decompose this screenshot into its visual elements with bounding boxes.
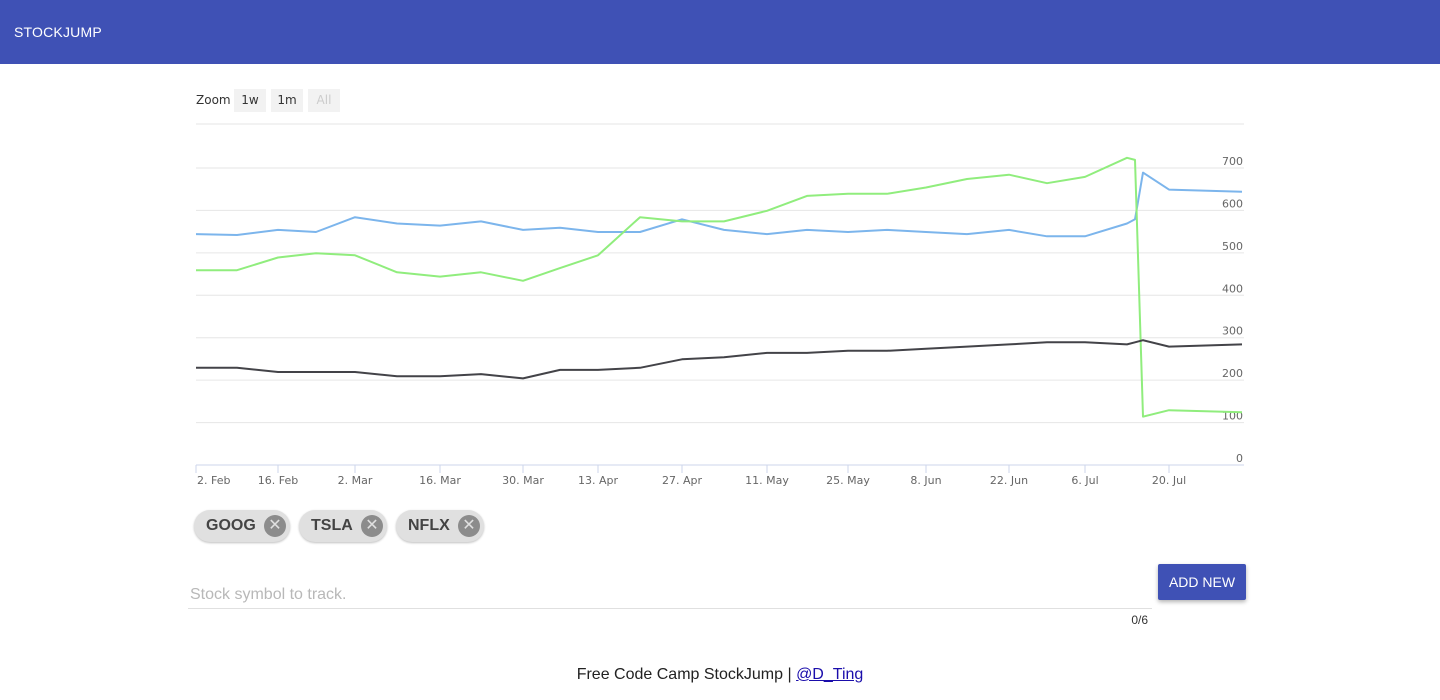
y-tick-label: 600 [1222, 197, 1243, 210]
character-counter: 0/6 [1131, 613, 1148, 627]
x-tick-label: 11. May [745, 474, 789, 487]
series-line-1 [195, 171, 1243, 238]
stock-chip-tsla: TSLA ✕ [299, 510, 387, 542]
chip-symbol: GOOG [206, 517, 256, 534]
x-tick-label: 6. Jul [1071, 474, 1098, 487]
author-link[interactable]: @D_Ting [796, 666, 863, 683]
x-tick-label: 27. Apr [662, 474, 702, 487]
y-tick-label: 0 [1236, 452, 1243, 465]
y-tick-label: 700 [1222, 155, 1243, 168]
chip-symbol: TSLA [311, 517, 353, 534]
chip-symbol: NFLX [408, 517, 450, 534]
x-tick-label: 13. Apr [578, 474, 618, 487]
footer-text: Free Code Camp StockJump | [576, 666, 797, 683]
x-tick-label: 2. Mar [338, 474, 373, 487]
x-tick-label: 2. Feb [197, 474, 230, 487]
remove-tsla-icon[interactable]: ✕ [361, 515, 383, 537]
stock-symbol-input[interactable] [188, 582, 1152, 609]
y-tick-label: 500 [1222, 240, 1243, 253]
remove-nflx-icon[interactable]: ✕ [458, 515, 480, 537]
x-tick-label: 30. Mar [502, 474, 544, 487]
remove-goog-icon[interactable]: ✕ [264, 515, 286, 537]
x-tick-label: 25. May [826, 474, 870, 487]
x-tick-label: 20. Jul [1152, 474, 1186, 487]
stock-chip-goog: GOOG ✕ [194, 510, 290, 542]
series-line-2 [196, 156, 1243, 418]
x-tick-label: 16. Feb [258, 474, 298, 487]
y-tick-label: 200 [1222, 367, 1243, 380]
x-tick-label: 22. Jun [990, 474, 1028, 487]
x-tick-label: 16. Mar [419, 474, 461, 487]
series-line-3 [196, 339, 1243, 380]
y-tick-label: 300 [1222, 325, 1243, 338]
stock-price-chart: 01002003004005006007002. Feb 16. Feb 2. Ma… [195, 123, 1244, 487]
y-tick-label: 400 [1222, 282, 1243, 295]
footer: Free Code Camp StockJump | @D_Ting [0, 666, 1440, 684]
x-tick-label: 8. Jun [910, 474, 941, 487]
stock-chip-nflx: NFLX ✕ [396, 510, 484, 542]
add-new-button[interactable]: ADD NEW [1158, 564, 1246, 600]
